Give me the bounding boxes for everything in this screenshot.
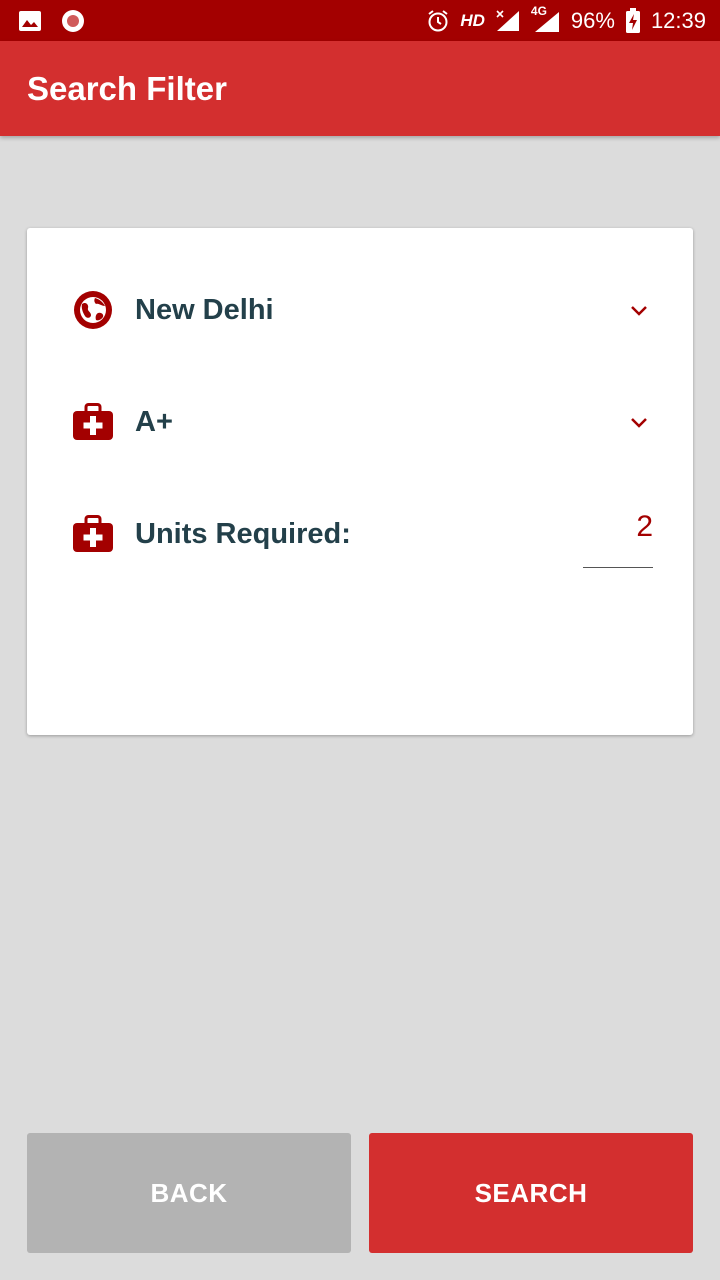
location-dropdown[interactable]: New Delhi — [71, 280, 651, 340]
signal-4g-icon — [534, 11, 559, 32]
units-row: Units Required: — [71, 504, 651, 564]
status-bar: HD 4G 96% 12:39 — [0, 0, 720, 41]
location-value: New Delhi — [135, 293, 274, 326]
page-title: Search Filter — [27, 69, 227, 107]
globe-icon — [71, 288, 115, 332]
clock: 12:39 — [650, 7, 706, 33]
back-button[interactable]: BACK — [27, 1133, 351, 1253]
medical-bag-icon — [71, 400, 115, 444]
search-button[interactable]: SEARCH — [369, 1133, 693, 1253]
units-label: Units Required: — [135, 517, 351, 550]
units-required-input[interactable]: 2 — [583, 508, 653, 568]
alarm-icon — [428, 9, 448, 31]
battery-percent: 96% — [570, 7, 615, 33]
record-icon — [62, 9, 84, 32]
blood-group-value: A+ — [135, 405, 173, 438]
blood-group-dropdown[interactable]: A+ — [71, 392, 651, 452]
medical-bag-icon — [71, 512, 115, 556]
image-icon — [19, 10, 41, 31]
chevron-down-icon — [631, 306, 647, 316]
battery-charging-icon — [625, 7, 640, 33]
chevron-down-icon — [631, 418, 647, 428]
app-bar: Search Filter — [0, 41, 720, 136]
filter-card: New Delhi A+ Units Required: 2 — [27, 228, 693, 735]
network-type-label: HD — [460, 10, 485, 30]
signal-x-icon — [496, 9, 519, 31]
signal-4g-group: 4G — [531, 4, 561, 34]
